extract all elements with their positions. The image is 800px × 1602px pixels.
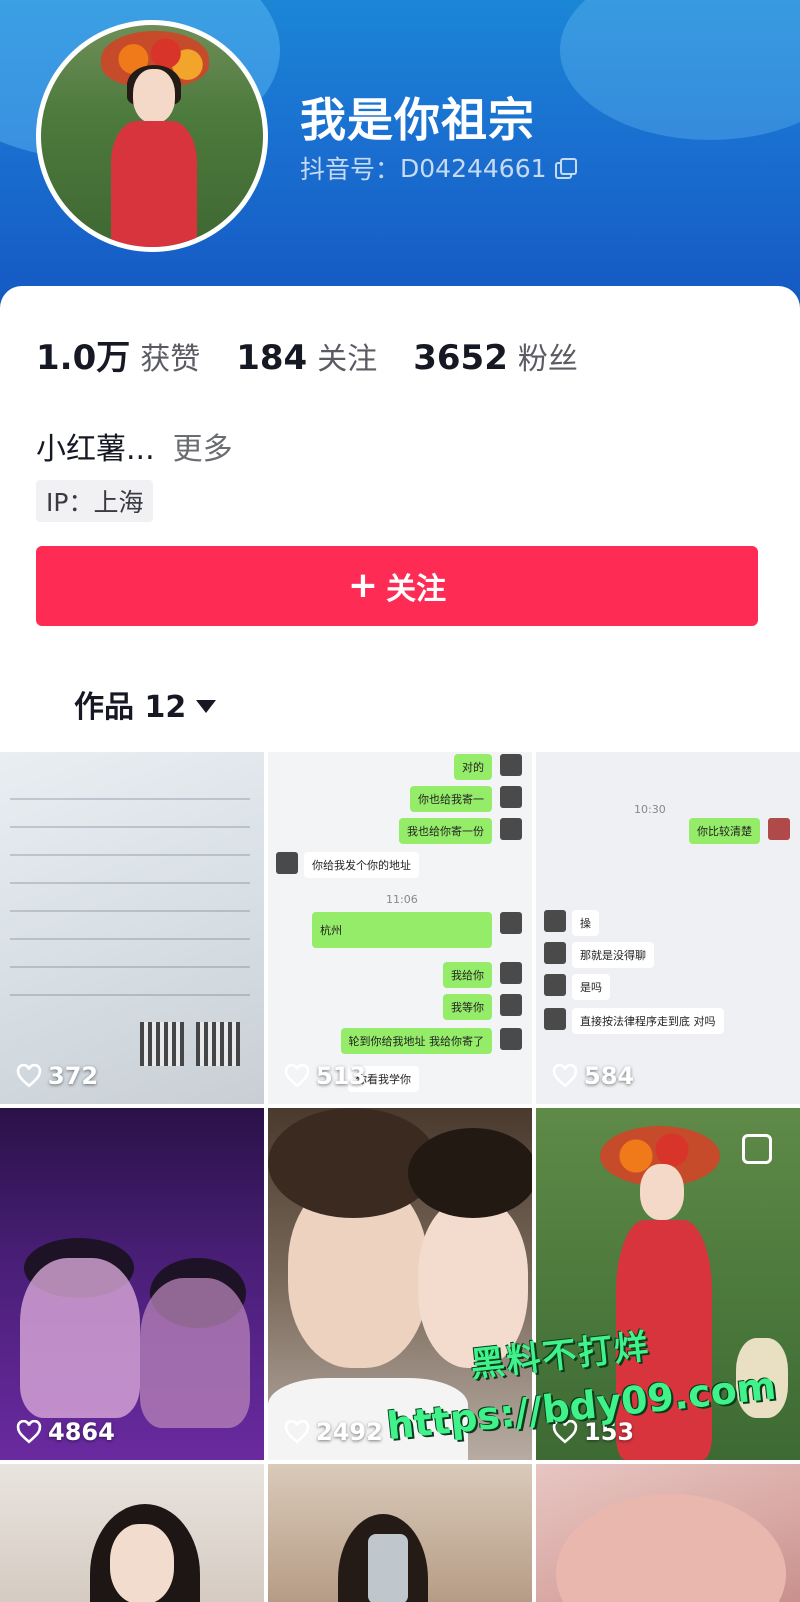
bio-more-link[interactable]: 更多 — [173, 424, 233, 468]
chat-avatar — [500, 818, 522, 840]
bio-text: 小红薯... — [36, 432, 155, 467]
chat-avatar — [500, 962, 522, 984]
chat-bubble: 你也给我寄一 — [410, 786, 492, 812]
chat-avatar — [544, 1008, 566, 1030]
qr-code — [140, 1022, 184, 1066]
chat-bubble: 轮到你给我地址 我给你寄了 — [340, 1028, 492, 1054]
douyin-id-value: D04244661 — [400, 153, 547, 183]
profile-bio: 小红薯... 更多 — [36, 424, 233, 468]
profile-stats: 1.0万 获赞 184 关注 3652 粉丝 — [36, 330, 578, 379]
person-face — [640, 1164, 684, 1220]
chat-bubble: 杭州 — [312, 912, 492, 948]
chat-bubble: 我等你 — [443, 994, 492, 1020]
following-count: 184 — [236, 338, 308, 378]
heart-icon — [16, 1420, 42, 1444]
likes-label: 获赞 — [140, 342, 201, 377]
chat-bubble: 对的 — [454, 754, 492, 780]
video-tile[interactable]: 对的 你也给我寄一 我也给你寄一份 你给我发个你的地址 11:06 杭州 我给你… — [268, 752, 532, 1104]
caret-down-icon[interactable] — [196, 699, 217, 713]
person-hair — [408, 1128, 532, 1218]
chat-avatar — [500, 754, 522, 776]
chat-avatar — [276, 852, 298, 874]
profile-nickname: 我是你祖宗 — [300, 93, 535, 147]
chat-bubble: 是吗 — [572, 974, 610, 1000]
heart-icon — [552, 1064, 578, 1088]
heart-icon — [16, 1064, 42, 1088]
video-likes: 2492 — [284, 1418, 383, 1446]
chat-avatar — [544, 942, 566, 964]
hand — [556, 1494, 786, 1602]
follow-button[interactable]: + 关注 — [36, 546, 758, 626]
video-likes-count: 513 — [316, 1062, 367, 1090]
chat-avatar — [768, 818, 790, 840]
chat-avatar — [500, 912, 522, 934]
chat-avatar — [500, 994, 522, 1016]
receipt-image — [10, 772, 250, 1022]
video-likes: 4864 — [16, 1418, 115, 1446]
plus-icon: + — [347, 565, 379, 606]
video-tile[interactable] — [0, 1464, 264, 1602]
header-glow — [560, 0, 800, 140]
video-likes: 372 — [16, 1062, 98, 1090]
heart-icon — [284, 1064, 310, 1088]
heart-icon — [284, 1420, 310, 1444]
chat-bubble: 我给你 — [443, 962, 492, 988]
avatar[interactable] — [36, 20, 268, 252]
chat-time: 11:06 — [386, 892, 418, 906]
works-tab-label: 作品 12 — [74, 690, 187, 725]
phone — [368, 1534, 408, 1602]
person-figure — [20, 1258, 140, 1418]
douyin-id-label: 抖音号： — [300, 155, 401, 184]
chat-bubble: 那就是没得聊 — [572, 942, 654, 968]
chat-bubble: 我也给你寄一份 — [399, 818, 492, 844]
follow-button-label: 关注 — [386, 572, 447, 607]
chat-avatar — [500, 1028, 522, 1050]
video-likes-count: 372 — [48, 1062, 99, 1090]
chat-bubble: 你比较清楚 — [689, 818, 760, 844]
tab-works[interactable]: 作品 12 — [74, 682, 217, 726]
video-tile[interactable]: 372 — [0, 752, 264, 1104]
video-likes-count: 584 — [584, 1062, 635, 1090]
multi-image-icon — [742, 1134, 772, 1164]
video-tile[interactable]: 4864 — [0, 1108, 264, 1460]
chat-bubble: 直接按法律程序走到底 对吗 — [572, 1008, 724, 1034]
video-likes: 513 — [284, 1062, 366, 1090]
followers-label: 粉丝 — [517, 342, 578, 377]
video-tile[interactable]: 10:30 你比较清楚 操 那就是没得聊 是吗 直接按法律程序走到底 对吗 58… — [536, 752, 800, 1104]
chat-bubble: 你给我发个你的地址 — [304, 852, 419, 878]
video-likes-count: 2492 — [316, 1418, 383, 1446]
chat-bubble: 操 — [572, 910, 599, 936]
chat-avatar — [500, 786, 522, 808]
video-likes: 584 — [552, 1062, 634, 1090]
avatar-face — [133, 69, 175, 123]
likes-count: 1.0万 — [36, 338, 131, 378]
avatar-dress — [111, 121, 197, 247]
video-tile[interactable] — [536, 1464, 800, 1602]
chat-time: 10:30 — [634, 802, 666, 816]
stat-likes[interactable]: 1.0万 获赞 — [36, 330, 200, 379]
person-face — [110, 1524, 174, 1602]
chat-avatar — [544, 910, 566, 932]
following-label: 关注 — [317, 342, 378, 377]
stat-followers[interactable]: 3652 粉丝 — [413, 334, 578, 378]
stat-following[interactable]: 184 关注 — [236, 334, 377, 378]
douyin-id-row: 抖音号： D04244661 — [300, 150, 577, 186]
chat-avatar — [544, 974, 566, 996]
person-figure — [140, 1278, 250, 1428]
copy-icon[interactable] — [554, 158, 577, 179]
qr-code — [196, 1022, 240, 1066]
video-tile[interactable] — [268, 1464, 532, 1602]
ip-location-tag: IP：上海 — [36, 480, 154, 522]
followers-count: 3652 — [413, 338, 508, 378]
video-likes-count: 4864 — [48, 1418, 115, 1446]
